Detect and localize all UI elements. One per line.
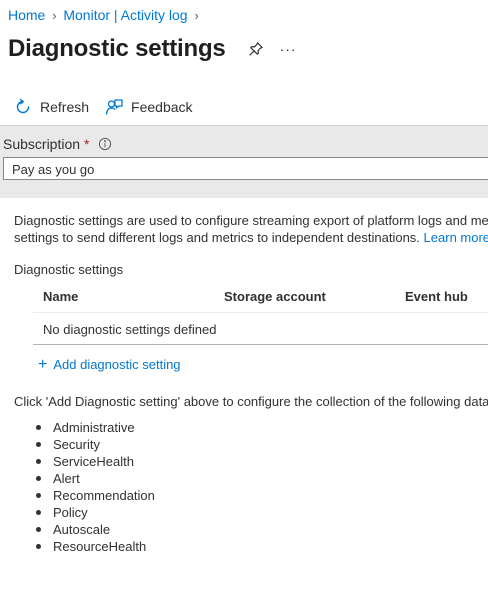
category-list: Administrative Security ServiceHealth Al… (36, 419, 155, 555)
bullet-icon (36, 527, 41, 532)
column-header-event-hub[interactable]: Event hub (405, 289, 468, 304)
category-label: Administrative (53, 420, 135, 435)
plus-icon: + (38, 356, 48, 373)
column-header-name[interactable]: Name (43, 289, 78, 304)
diagnostic-settings-table: Name Storage account Event hub No diagno… (33, 284, 488, 345)
category-label: Policy (53, 505, 88, 520)
breadcrumb-home[interactable]: Home (8, 7, 45, 23)
category-label: Security (53, 437, 100, 452)
feedback-icon (105, 99, 123, 115)
breadcrumb-activity-log[interactable]: Monitor | Activity log (63, 7, 187, 23)
category-label: Alert (53, 471, 80, 486)
command-bar: Refresh Feedback (14, 95, 193, 119)
category-label: ResourceHealth (53, 539, 147, 554)
bullet-icon (36, 510, 41, 515)
title-row: Diagnostic settings ··· (8, 32, 297, 66)
more-options-icon[interactable]: ··· (280, 41, 297, 57)
empty-state-text: No diagnostic settings defined (43, 322, 217, 337)
description-line-2-text: settings to send different logs and metr… (14, 230, 420, 245)
subscription-label: Subscription * (3, 136, 112, 152)
category-label: Recommendation (53, 488, 155, 503)
subscription-dropdown[interactable]: Pay as you go (3, 157, 488, 180)
page-title: Diagnostic settings (8, 35, 226, 62)
bullet-icon (36, 493, 41, 498)
table-header: Name Storage account Event hub (33, 284, 488, 313)
description: Diagnostic settings are used to configur… (14, 212, 488, 246)
bullet-icon (36, 476, 41, 481)
bullet-icon (36, 459, 41, 464)
list-item: Security (36, 436, 155, 453)
feedback-label: Feedback (131, 99, 193, 115)
section-heading: Diagnostic settings (14, 262, 124, 277)
add-diagnostic-setting-label: Add diagnostic setting (53, 357, 181, 372)
learn-more-link[interactable]: Learn more (424, 230, 488, 245)
list-item: Alert (36, 470, 155, 487)
subscription-label-text: Subscription (3, 136, 81, 152)
add-diagnostic-setting-link[interactable]: + Add diagnostic setting (38, 356, 181, 373)
description-line-2: settings to send different logs and metr… (14, 229, 488, 246)
table-row: No diagnostic settings defined (33, 313, 488, 345)
list-item: Administrative (36, 419, 155, 436)
pin-icon[interactable] (248, 41, 264, 57)
diagnostic-settings-page: Home › Monitor | Activity log › Diagnost… (0, 0, 488, 594)
list-item: Policy (36, 504, 155, 521)
chevron-right-icon: › (52, 7, 57, 23)
refresh-label: Refresh (40, 99, 90, 115)
column-header-storage-account[interactable]: Storage account (224, 289, 326, 304)
subscription-panel: Subscription * Pay as you go (0, 125, 488, 198)
refresh-button[interactable]: Refresh (14, 98, 89, 116)
list-item: Recommendation (36, 487, 155, 504)
info-icon[interactable] (98, 137, 112, 151)
list-item: Autoscale (36, 521, 155, 538)
list-item: ResourceHealth (36, 538, 155, 555)
category-label: Autoscale (53, 522, 111, 537)
category-label: ServiceHealth (53, 454, 134, 469)
list-item: ServiceHealth (36, 453, 155, 470)
bullet-icon (36, 425, 41, 430)
breadcrumb: Home › Monitor | Activity log › (8, 6, 206, 24)
bullet-icon (36, 442, 41, 447)
categories-intro: Click 'Add Diagnostic setting' above to … (14, 394, 488, 409)
bullet-icon (36, 544, 41, 549)
description-line-1: Diagnostic settings are used to configur… (14, 213, 488, 228)
required-indicator: * (84, 136, 90, 152)
feedback-button[interactable]: Feedback (105, 98, 193, 116)
chevron-right-icon: › (194, 7, 199, 23)
refresh-icon (16, 98, 30, 114)
